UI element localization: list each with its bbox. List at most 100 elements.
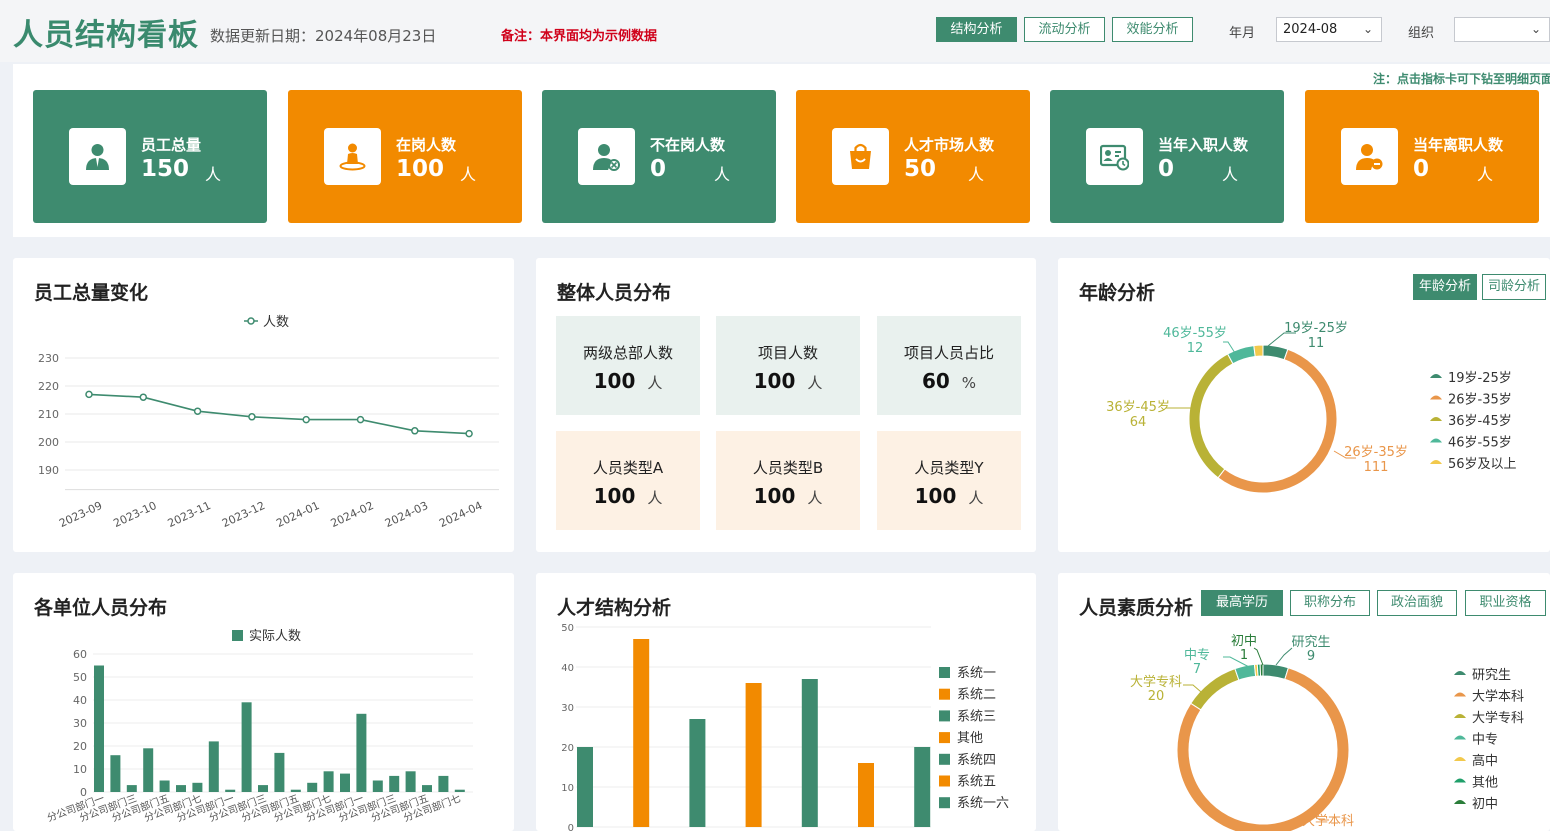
panel-overall-distribution: 整体人员分布 两级总部人数 100 人 项目人数 100 人 项目人员占比 60% …	[536, 258, 1036, 552]
legend-marker	[1454, 735, 1466, 740]
kpi-value: 150	[141, 156, 190, 182]
y-tick-label: 20	[561, 743, 574, 754]
kpi-card-onboard-this-year[interactable]: 当年入职人数 0 人	[1050, 90, 1284, 223]
legend-marker	[1430, 374, 1442, 378]
unit-bar	[159, 780, 170, 792]
kpi-unit: 人	[1477, 165, 1494, 184]
y-tick-label: 40	[73, 694, 87, 707]
callout-value: 7	[1193, 662, 1201, 677]
unit-bar	[405, 771, 416, 792]
y-tick-label: 190	[38, 464, 59, 477]
tab-efficiency-analysis[interactable]: 效能分析	[1112, 17, 1193, 42]
dist-label: 人员类型Y	[914, 459, 984, 477]
kpi-unit: 人	[1222, 165, 1239, 184]
trend-point	[193, 407, 202, 415]
kpi-value: 0	[650, 156, 667, 182]
y-tick-label: 30	[73, 717, 87, 730]
unit-bar-chart: 实际人数6050403020100分公司部门一分公司部门三分公司部门五分公司部门…	[45, 629, 473, 824]
donut-slice	[1253, 344, 1264, 358]
unit-bar	[438, 775, 449, 792]
x-tick-label: 2023-10	[111, 499, 158, 530]
kpi-card-on-duty[interactable]: 在岗人数 100 人	[288, 90, 522, 223]
legend-label: 系统五	[957, 775, 996, 790]
donut-slice	[1188, 353, 1234, 479]
callout-line	[1253, 647, 1264, 666]
unit-bar	[143, 748, 154, 792]
dist-label: 两级总部人数	[582, 344, 673, 362]
unit-bar	[389, 775, 400, 792]
legend-label: 系统三	[957, 709, 996, 724]
talent-bar	[801, 679, 818, 827]
x-tick-label: 2024-04	[437, 499, 484, 530]
kpi-card-resign-this-year[interactable]: 当年离职人数 0 人	[1305, 90, 1539, 223]
unit-bar	[356, 713, 367, 792]
org-label: 组织	[1408, 26, 1435, 41]
talent-bar	[858, 763, 874, 827]
legend-marker	[939, 688, 950, 700]
unit-bar	[94, 665, 104, 792]
kpi-label: 当年离职人数	[1413, 136, 1504, 154]
x-tick-label: 2023-09	[57, 499, 104, 530]
dist-label: 项目人数	[757, 344, 818, 362]
legend-label: 大学本科	[1472, 689, 1524, 705]
kpi-unit: 人	[968, 165, 985, 184]
x-tick-label: 2023-11	[166, 499, 213, 530]
dist-cell-type-b[interactable]: 人员类型B 100 人	[716, 431, 860, 530]
unit-bar	[126, 785, 137, 792]
y-tick-label: 50	[73, 671, 87, 684]
y-tick-label: 200	[38, 436, 59, 449]
unit-bar	[110, 755, 121, 792]
legend-marker	[1454, 800, 1466, 804]
donut-slice	[1262, 344, 1289, 361]
dist-cell-type-y[interactable]: 人员类型Y 100 人	[877, 431, 1021, 530]
dist-cell-hq-count[interactable]: 两级总部人数 100 人	[556, 316, 700, 415]
off-duty-icon	[578, 128, 635, 185]
onboard-icon	[1086, 128, 1143, 185]
callout-label: 36岁-45岁	[1106, 400, 1170, 415]
sample-data-note: 备注：本界面均为示例数据	[501, 29, 658, 44]
dist-cell-project-count[interactable]: 项目人数 100 人	[716, 316, 860, 415]
callout-value: 12	[1187, 341, 1204, 356]
legend-marker	[939, 775, 950, 787]
dist-cell-type-a[interactable]: 人员类型A 100 人	[556, 431, 700, 530]
kpi-label: 不在岗人数	[650, 136, 726, 154]
x-tick-label: 2023-12	[220, 499, 267, 530]
unit-bar	[290, 789, 301, 792]
panel-talent-structure: 人才结构分析 50 40 30 20 10 0 系统一 系统二 系统三 其他 系统四 系统五 系统一六	[536, 573, 1036, 831]
kpi-card-total-employees[interactable]: 员工总量 150 人	[33, 90, 267, 223]
callout-label: 大学本科	[1302, 813, 1354, 829]
legend-marker	[1454, 778, 1466, 783]
callout-label: 26岁-35岁	[1344, 445, 1408, 460]
dist-value: 100 人	[593, 484, 663, 508]
legend-marker	[1430, 417, 1442, 421]
legend-label: 实际人数	[249, 629, 301, 644]
tab-flow-analysis[interactable]: 流动分析	[1024, 17, 1105, 42]
x-tick-label: 2024-01	[274, 499, 321, 530]
unit-bar	[258, 785, 268, 792]
legend-label: 初中	[1472, 797, 1498, 812]
year-month-select[interactable]: 2024-08 ⌄	[1276, 17, 1382, 42]
y-tick-label: 50	[561, 623, 574, 634]
kpi-card-off-duty[interactable]: 不在岗人数 0 人	[542, 90, 776, 223]
kpi-card-talent-market[interactable]: 人才市场人数 50 人	[796, 90, 1030, 223]
callout-line	[1275, 647, 1293, 666]
update-date: 数据更新日期：2024年08月23日	[210, 27, 437, 45]
kpi-section: 注：点击指标卡可下钻至明细页面 员工总量 150 人 在岗人数 100 人 不在…	[13, 64, 1550, 237]
dist-cell-project-ratio[interactable]: 项目人员占比 60%	[877, 316, 1021, 415]
kpi-value: 100	[396, 156, 445, 182]
tab-structure-analysis[interactable]: 结构分析	[936, 17, 1017, 42]
y-tick-label: 0	[80, 786, 87, 799]
legend-label: 其他	[957, 731, 983, 746]
legend-marker	[939, 753, 950, 765]
trend-point	[356, 415, 365, 424]
legend-label: 研究生	[1472, 668, 1511, 683]
legend-marker	[1454, 714, 1466, 718]
dist-value: 100 人	[593, 369, 663, 393]
kpi-unit: 人	[714, 165, 731, 184]
page-title: 人员结构看板	[13, 18, 199, 53]
chevron-down-icon: ⌄	[1530, 22, 1541, 36]
callout-value: 11	[1308, 336, 1325, 351]
unit-bar	[340, 773, 350, 792]
y-tick-label: 210	[38, 408, 59, 421]
org-select[interactable]: ⌄	[1454, 17, 1550, 42]
